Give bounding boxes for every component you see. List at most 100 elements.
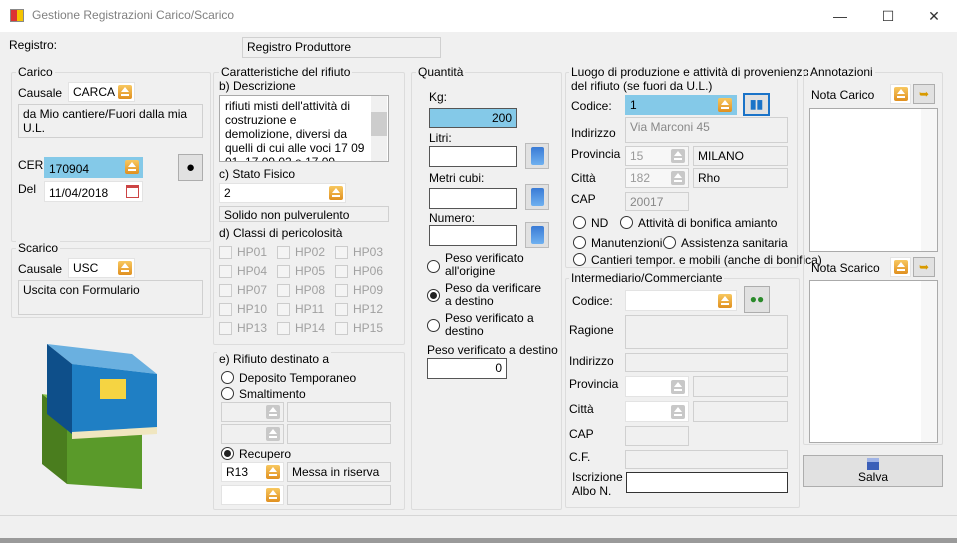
scrollbar[interactable]: [921, 281, 937, 442]
hp-checkbox-hp14[interactable]: [277, 322, 290, 335]
lookup-icon[interactable]: [266, 488, 280, 502]
recupero-label: Recupero: [239, 447, 292, 461]
hp-checkbox-hp03[interactable]: [335, 246, 348, 259]
smaltimento-radio[interactable]: [221, 387, 234, 400]
lookup-icon[interactable]: [118, 261, 132, 275]
hp-checkbox-hp02[interactable]: [277, 246, 290, 259]
kg-label: Kg:: [429, 90, 448, 104]
calendar-icon[interactable]: [126, 185, 139, 198]
deposito-radio[interactable]: [221, 371, 234, 384]
hp-label: HP04: [237, 264, 268, 278]
hp-checkbox-hp05[interactable]: [277, 265, 290, 278]
cantieri-radio[interactable]: [573, 253, 586, 266]
lookup-icon[interactable]: [125, 160, 139, 174]
stato-fisico-input[interactable]: 2: [219, 183, 346, 203]
hp-label: HP07: [237, 283, 268, 297]
assistenza-radio[interactable]: [663, 236, 676, 249]
nota-scarico-lookup-button[interactable]: [890, 257, 911, 277]
lookup-icon[interactable]: [118, 85, 132, 99]
hp-checkbox-hp01[interactable]: [219, 246, 232, 259]
codice-label: Codice:: [572, 294, 613, 308]
people-button[interactable]: ●●: [744, 286, 770, 313]
recupero-radio[interactable]: [221, 447, 234, 460]
lookup-icon[interactable]: [718, 294, 732, 308]
hp-checkbox-hp06[interactable]: [335, 265, 348, 278]
kg-input[interactable]: 200: [429, 108, 517, 128]
calculator-button[interactable]: [525, 222, 549, 248]
descrizione-textarea[interactable]: rifiuti misti dell'attività di costruzio…: [219, 95, 389, 162]
numero-label: Numero:: [429, 211, 476, 225]
nota-scarico-label: Nota Scarico: [811, 261, 880, 275]
assistenza-label: Assistenza sanitaria: [681, 236, 788, 250]
hp-checkbox-hp13[interactable]: [219, 322, 232, 335]
scrollbar[interactable]: [371, 96, 387, 161]
registro-label: Registro:: [9, 38, 58, 52]
hp-checkbox-hp12[interactable]: [335, 303, 348, 316]
luogo-title-1: Luogo di produzione e attività di proven…: [569, 65, 812, 79]
codice-label: Codice:: [571, 99, 612, 113]
minimize-button[interactable]: —: [825, 6, 855, 26]
luogo-citta: Rho: [693, 168, 788, 188]
lookup-icon[interactable]: [718, 98, 732, 112]
metri-cubi-input[interactable]: [429, 188, 517, 209]
peso-dest-input[interactable]: 0: [427, 358, 507, 379]
litri-input[interactable]: [429, 146, 517, 167]
carico-causale-desc: da Mio cantiere/Fuori dalla mia U.L.: [18, 104, 203, 138]
carico-title: Carico: [16, 65, 55, 79]
numero-input[interactable]: [429, 225, 517, 246]
nota-carico-textarea[interactable]: [809, 108, 938, 252]
hp-label: HP06: [353, 264, 384, 278]
nd-radio[interactable]: [573, 216, 586, 229]
registro-value: Registro Produttore: [242, 37, 441, 58]
hp-label: HP14: [295, 321, 326, 335]
calculator-button[interactable]: [525, 184, 549, 210]
intermediario-title: Intermediario/Commerciante: [569, 271, 725, 285]
books-icon: [42, 344, 157, 489]
salva-button[interactable]: Salva: [803, 455, 943, 487]
indirizzo-label: Indirizzo: [569, 354, 614, 368]
nota-carico-lookup-button[interactable]: [890, 84, 911, 104]
hp-label: HP12: [353, 302, 384, 316]
nota-scarico-textarea[interactable]: [809, 280, 938, 443]
lookup-icon: [671, 171, 685, 185]
hp-checkbox-hp15[interactable]: [335, 322, 348, 335]
luogo-title-2: del rifiuto (se fuori da U.L.): [569, 79, 715, 93]
hp-checkbox-hp10[interactable]: [219, 303, 232, 316]
close-button[interactable]: ✕: [919, 6, 949, 26]
lookup-icon[interactable]: [329, 186, 343, 200]
peso-da-verificare-radio[interactable]: [427, 289, 440, 302]
hp-checkbox-hp04[interactable]: [219, 265, 232, 278]
maximize-button[interactable]: ☐: [873, 6, 903, 26]
hp-checkbox-hp07[interactable]: [219, 284, 232, 297]
cf-field: [625, 450, 788, 469]
bonifica-amianto-radio[interactable]: [620, 216, 633, 229]
peso-destino-radio[interactable]: [427, 319, 440, 332]
cantieri-label: Cantieri tempor. e mobili (anche di boni…: [591, 253, 822, 267]
caratteristiche-title: Caratteristiche del rifiuto: [219, 65, 353, 79]
descrizione-label: b) Descrizione: [219, 79, 296, 93]
waste-bag-button[interactable]: ●: [178, 154, 203, 181]
lookup-icon: [266, 427, 280, 441]
lookup-icon: [266, 405, 280, 419]
hp-checkbox-hp11[interactable]: [277, 303, 290, 316]
albo-input[interactable]: [626, 472, 788, 493]
manutenzioni-radio[interactable]: [573, 236, 586, 249]
cap-label: CAP: [571, 192, 596, 206]
arrow-icon: ➥: [918, 260, 930, 274]
calculator-button[interactable]: [525, 143, 549, 169]
lookup-icon[interactable]: [266, 465, 280, 479]
nota-carico-insert-button[interactable]: ➥: [913, 84, 935, 104]
save-icon: [867, 458, 879, 470]
scrollbar[interactable]: [921, 109, 937, 251]
arrow-icon: ➥: [918, 87, 930, 101]
address-book-button[interactable]: ▮▮: [743, 93, 770, 116]
nota-scarico-insert-button[interactable]: ➥: [913, 257, 935, 277]
albo-label-1: Iscrizione: [572, 470, 623, 484]
app-icon: [10, 9, 24, 22]
luogo-indirizzo: Via Marconi 45: [625, 117, 788, 143]
hp-checkbox-hp09[interactable]: [335, 284, 348, 297]
hp-label: HP05: [295, 264, 326, 278]
hp-checkbox-hp08[interactable]: [277, 284, 290, 297]
metri-cubi-label: Metri cubi:: [429, 171, 485, 185]
peso-origine-radio[interactable]: [427, 260, 440, 273]
